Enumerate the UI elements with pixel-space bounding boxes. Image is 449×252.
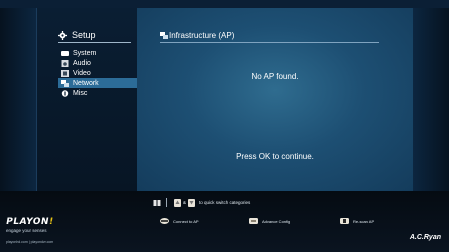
- sidebar-item-network[interactable]: Network: [58, 78, 137, 88]
- advance-config-label: Advance Config: [262, 218, 291, 224]
- tagline: engage your senses: [6, 228, 47, 233]
- advance-config-button[interactable]: Advance Config: [249, 218, 290, 224]
- continue-prompt: Press OK to continue.: [236, 152, 314, 161]
- rescan-ap-label: Re-scan AP: [353, 218, 375, 224]
- rescan-ap-button[interactable]: Re-scan AP: [340, 218, 374, 224]
- title-divider: [160, 42, 379, 43]
- page-title: Infrastructure (AP): [160, 31, 234, 40]
- status-message: No AP found.: [251, 72, 299, 81]
- page-title-text: Infrastructure (AP): [169, 31, 235, 40]
- page-down-icon: [188, 198, 196, 207]
- ok-button-icon: [160, 218, 169, 224]
- hint-text: to quick switch categories: [199, 200, 251, 205]
- audio-icon: [61, 59, 69, 67]
- logo-text: PLAYON!: [5, 217, 55, 227]
- sidebar-item-label: Misc: [73, 89, 88, 97]
- network-icon: [160, 32, 168, 39]
- setup-menu: System Audio Video Network Misc: [58, 48, 137, 98]
- sidebar-item-label: System: [73, 49, 97, 57]
- page-up-icon: [174, 198, 181, 207]
- sidebar-item-video[interactable]: Video: [58, 68, 137, 78]
- hint-separator: [166, 198, 167, 207]
- sidebar-item-audio[interactable]: Audio: [58, 58, 137, 68]
- sidebar-item-label: Audio: [73, 59, 91, 67]
- connect-to-ap-label: Connect to AP: [173, 218, 199, 224]
- book-icon: [153, 199, 161, 206]
- connect-to-ap-button[interactable]: Connect to AP: [160, 218, 199, 224]
- setup-title: Setup: [72, 30, 96, 40]
- setup-divider: [58, 42, 131, 43]
- hint-ampersand: &: [183, 200, 187, 205]
- system-icon: [61, 50, 69, 56]
- menu-button-icon: [249, 218, 258, 224]
- network-icon: [61, 79, 69, 87]
- gear-icon: [58, 30, 67, 40]
- sidebar-item-misc[interactable]: Misc: [58, 88, 137, 98]
- acryan-logo: A.C.Ryan: [409, 234, 441, 241]
- top-bar: [0, 0, 449, 8]
- sidebar-item-system[interactable]: System: [58, 48, 137, 58]
- playon-logo: PLAYON! engage your senses: [5, 217, 55, 233]
- misc-icon: [61, 89, 69, 97]
- sidebar-item-label: Video: [73, 69, 91, 77]
- video-icon: [61, 69, 69, 77]
- rescan-button-icon: [340, 218, 349, 224]
- setup-header: Setup: [58, 30, 96, 40]
- sidebar-item-label: Network: [73, 79, 99, 87]
- category-hint: & to quick switch categories: [153, 198, 250, 207]
- brand-urls: playonhd.com | playondvr.com: [6, 240, 54, 244]
